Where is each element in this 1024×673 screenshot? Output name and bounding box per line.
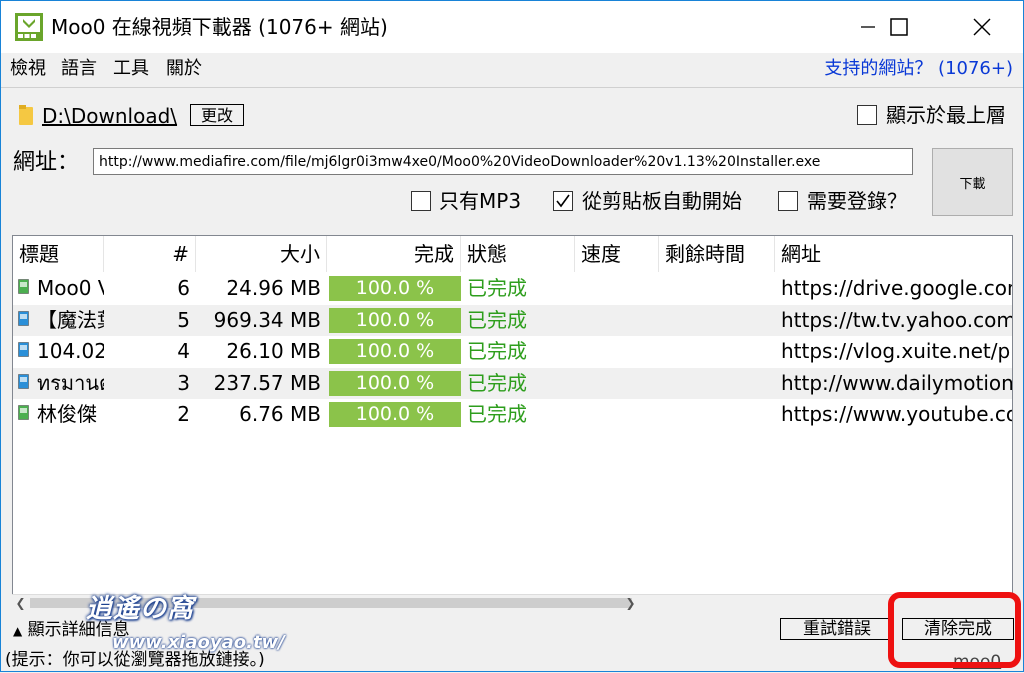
cell-size: 26.10 MB (226, 339, 321, 364)
cell-number: 2 (177, 402, 190, 427)
watermark-url: www.xiaoyao.tw/ (112, 632, 285, 653)
column-header-title[interactable]: 標題 (13, 236, 104, 272)
login-required-label: 需要登錄？ (807, 189, 907, 213)
cell-speed (575, 273, 659, 304)
url-input[interactable] (93, 148, 913, 175)
cell-title: 104.02. (37, 339, 104, 364)
menu-divider (1, 87, 1023, 88)
menu-language[interactable]: 語言 (61, 57, 97, 81)
cell-status: 已完成 (467, 339, 527, 364)
cell-status: 已完成 (467, 370, 527, 395)
cell-url: https://drive.google.com (781, 276, 1013, 300)
cell-speed (575, 305, 659, 336)
minimize-icon (861, 26, 875, 28)
app-logo-icon (15, 13, 43, 41)
cell-speed (575, 368, 659, 399)
title-bar[interactable]: Moo0 在線視頻下載器 (1076+ 網站) (1, 1, 1023, 53)
cell-remaining (659, 273, 775, 304)
download-button[interactable]: 下載 (932, 148, 1013, 216)
cell-remaining (659, 368, 775, 399)
cell-size: 237.57 MB (213, 370, 321, 395)
menu-view[interactable]: 檢視 (10, 57, 46, 81)
table-row[interactable]: ทรมานตัวเอ 3 237.57 MB 已完成 http://www.dailym… (13, 367, 1013, 399)
folder-icon (19, 105, 33, 125)
progress-label: 100.0 % (355, 371, 435, 394)
cell-status: 已完成 (467, 307, 527, 332)
progress-label: 100.0 % (355, 340, 435, 363)
download-folder-path[interactable]: D:\Download\ (42, 102, 177, 130)
window-title: Moo0 在線視頻下載器 (1076+ 網站) (51, 15, 388, 39)
cell-size: 6.76 MB (239, 402, 321, 427)
watermark-logo: 逍遙の窩 (86, 594, 195, 624)
progress-label: 100.0 % (355, 403, 435, 426)
menu-about[interactable]: 關於 (166, 57, 202, 81)
cell-status: 已完成 (467, 276, 527, 300)
cell-url: https://vlog.xuite.net/pl (781, 339, 1013, 364)
clipboard-autostart-label: 從剪貼板自動開始 (582, 189, 742, 213)
cell-speed (575, 336, 659, 367)
always-on-top-checkbox[interactable] (857, 105, 877, 125)
cell-number: 3 (177, 370, 190, 395)
supported-sites-link[interactable]: 支持的網站？ (1076+) (824, 57, 1013, 81)
column-header-url[interactable]: 網址 (775, 236, 1012, 272)
list-header: 標題 # 大小 完成 狀態 速度 剩餘時間 網址 (13, 236, 1012, 272)
cell-number: 5 (177, 307, 190, 332)
retry-errors-button[interactable]: 重試錯誤 (780, 618, 894, 640)
table-row[interactable]: 【魔法葉 5 969.34 MB 已完成 https://tw.tv.yahoo.com… (13, 304, 1013, 336)
cell-speed (575, 399, 659, 430)
cell-number: 4 (177, 339, 190, 364)
cell-status: 已完成 (467, 402, 527, 427)
maximize-button[interactable] (876, 1, 922, 53)
cell-title: 林俊傑 (37, 402, 97, 427)
cell-url: http://www.dailymotion (781, 370, 1013, 395)
chevron-up-icon: ▲ (13, 624, 23, 638)
close-button[interactable] (959, 1, 1005, 53)
column-header-status[interactable]: 狀態 (461, 236, 575, 272)
highlight-box (888, 592, 1021, 668)
close-icon (973, 18, 991, 36)
progress-label: 100.0 % (355, 277, 435, 299)
cell-number: 6 (177, 276, 190, 300)
cell-url: https://www.youtube.co (781, 402, 1013, 427)
table-row[interactable]: 林俊傑 2 6.76 MB 已完成 https://www.youtube.co 100.… (13, 399, 1013, 430)
mp3-only-checkbox[interactable] (411, 191, 431, 211)
column-header-number[interactable]: # (104, 236, 196, 272)
column-header-size[interactable]: 大小 (196, 236, 327, 272)
cell-title: 【魔法葉 (37, 307, 104, 332)
cell-size: 24.96 MB (226, 276, 321, 300)
url-label: 網址： (13, 150, 80, 175)
table-row[interactable]: 104.02. 4 26.10 MB 已完成 https://vlog.xuite.ne… (13, 336, 1013, 367)
progress-label: 100.0 % (355, 308, 435, 331)
app-window: Moo0 在線視頻下載器 (1076+ 網站) 檢視 語言 工具 關於 支持的網… (0, 0, 1024, 672)
menu-tools[interactable]: 工具 (113, 57, 149, 81)
always-on-top-label: 顯示於最上層 (886, 103, 1006, 127)
column-header-speed[interactable]: 速度 (575, 236, 659, 272)
clipboard-autostart-checkbox[interactable] (553, 191, 573, 211)
column-header-progress[interactable]: 完成 (327, 236, 461, 272)
cell-title: ทรมานตัวเอ (37, 370, 104, 395)
download-list[interactable]: 標題 # 大小 完成 狀態 速度 剩餘時間 網址 Moo0 V 6 24.96 MB… (12, 235, 1013, 610)
scroll-right-arrow-icon[interactable]: ❯ (622, 595, 639, 611)
cell-remaining (659, 399, 775, 430)
scroll-left-arrow-icon[interactable]: ❮ (12, 595, 29, 611)
cell-url: https://tw.tv.yahoo.com (781, 307, 1013, 332)
cell-remaining (659, 336, 775, 367)
column-header-remaining[interactable]: 剩餘時間 (659, 236, 775, 272)
cell-size: 969.34 MB (213, 307, 321, 332)
checkmark-icon (556, 194, 570, 208)
cell-remaining (659, 305, 775, 336)
change-folder-button[interactable]: 更改 (190, 104, 244, 126)
mp3-only-label: 只有MP3 (439, 189, 522, 213)
login-required-checkbox[interactable] (778, 191, 798, 211)
menu-bar: 檢視 語言 工具 關於 支持的網站？ (1076+) (1, 54, 1023, 84)
maximize-icon (890, 18, 908, 36)
cell-title: Moo0 V (37, 276, 104, 300)
table-row[interactable]: Moo0 V 6 24.96 MB 已完成 https://drive.google.c… (13, 273, 1013, 304)
